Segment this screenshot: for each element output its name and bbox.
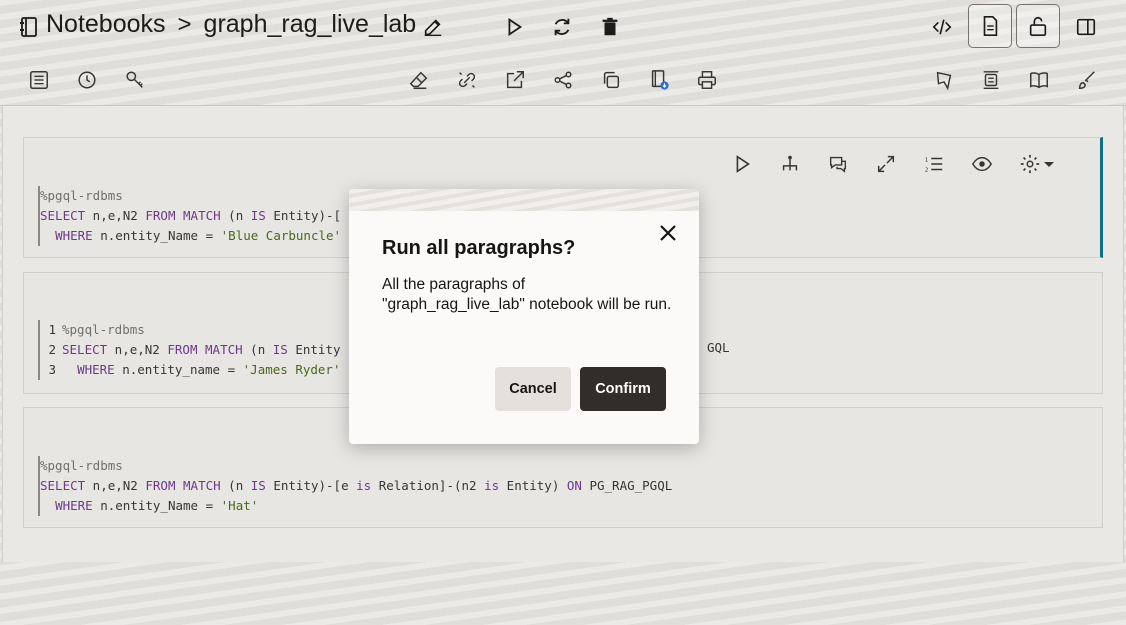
run-all-dialog: Run all paragraphs? All the paragraphs o… [349,189,699,444]
dialog-header-strip [349,189,699,211]
cancel-button[interactable]: Cancel [495,367,571,411]
dialog-title: Run all paragraphs? [382,237,576,259]
dialog-message: All the paragraphs of "graph_rag_live_la… [382,276,672,313]
confirm-button[interactable]: Confirm [580,367,666,411]
close-icon[interactable] [657,222,679,244]
